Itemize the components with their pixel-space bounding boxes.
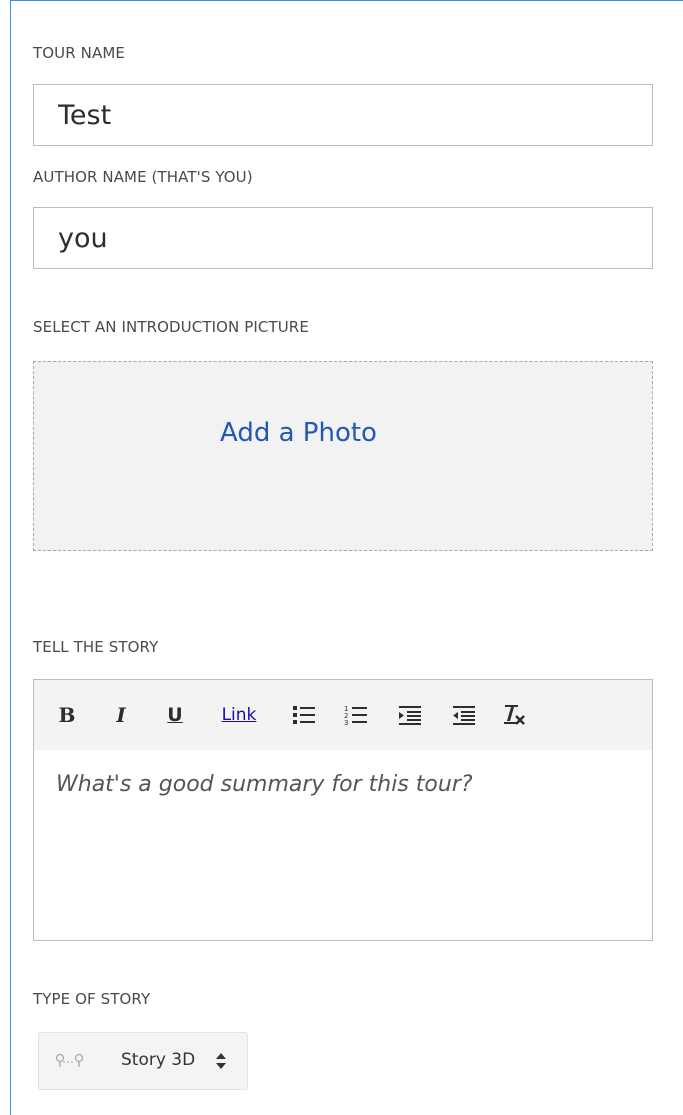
svg-text:3: 3: [344, 719, 348, 726]
story-placeholder[interactable]: What's a good summary for this tour?: [56, 772, 473, 797]
bold-button[interactable]: B: [56, 700, 78, 730]
tour-name-input[interactable]: [33, 84, 653, 146]
clear-formatting-icon[interactable]: [500, 700, 528, 730]
story-label: TELL THE STORY: [33, 638, 159, 656]
author-name-label: AUTHOR NAME (THAT'S YOU): [33, 168, 253, 186]
editor-toolbar: B I U Link 1 2 3: [34, 680, 652, 750]
select-updown-icon: [215, 1051, 227, 1076]
numbered-list-icon[interactable]: 1 2 3: [342, 700, 370, 730]
map-pins-icon: [55, 1053, 85, 1074]
indent-icon[interactable]: [396, 700, 424, 730]
italic-button[interactable]: I: [110, 700, 132, 730]
story-type-label: TYPE OF STORY: [33, 990, 151, 1008]
intro-picture-label: SELECT AN INTRODUCTION PICTURE: [33, 318, 309, 336]
tour-name-label: TOUR NAME: [33, 44, 125, 62]
story-type-value: Story 3D: [121, 1050, 196, 1070]
bulleted-list-icon[interactable]: [290, 700, 318, 730]
story-type-select[interactable]: Story 3D: [38, 1032, 248, 1090]
author-name-input[interactable]: [33, 207, 653, 269]
underline-button[interactable]: U: [164, 700, 186, 730]
link-button[interactable]: Link: [214, 700, 264, 730]
add-photo-link[interactable]: Add a Photo: [220, 418, 377, 448]
add-photo-dropzone[interactable]: Add a Photo: [33, 361, 653, 551]
outdent-icon[interactable]: [450, 700, 478, 730]
story-editor[interactable]: B I U Link 1 2 3 What's a good summary f…: [33, 679, 653, 941]
